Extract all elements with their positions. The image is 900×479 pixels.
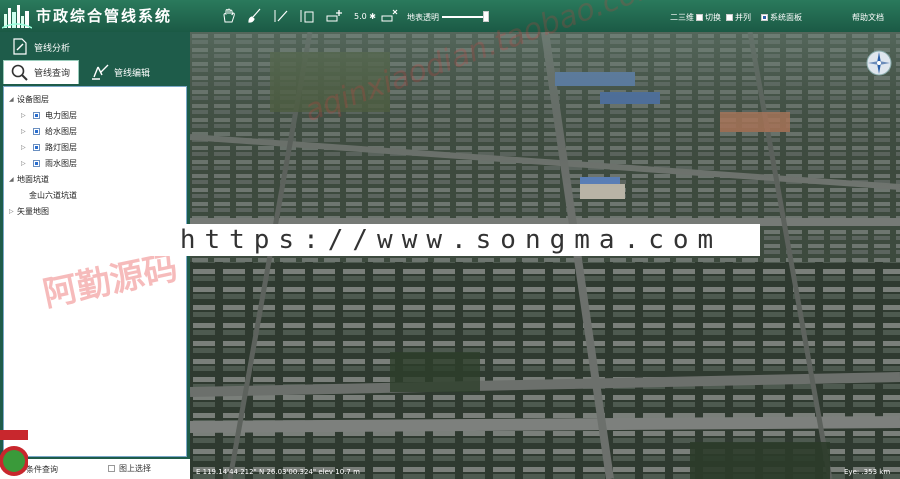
tree-node-rainwater-layer[interactable]: ▷ 雨水图层 <box>21 158 77 169</box>
compass-icon[interactable] <box>866 50 892 76</box>
switch-option[interactable]: 切换 <box>696 12 721 23</box>
app-title: 市政综合管线系统 <box>36 7 173 25</box>
brush-icon[interactable] <box>246 8 264 24</box>
tree-node-label: 电力图层 <box>45 111 77 120</box>
tab-pipeline-query[interactable]: 管线查询 <box>3 60 79 84</box>
document-edit-icon <box>13 38 27 55</box>
tree-node-jinshan-tunnel[interactable]: 金山六道坑道 <box>29 190 77 201</box>
tree-node-ground-tunnels[interactable]: ◢ 地面坑道 <box>9 174 49 185</box>
tab-pipeline-query-label: 管线查询 <box>34 69 71 79</box>
collapsed-triangle-icon[interactable]: ▷ <box>9 208 17 215</box>
tab-pipeline-edit-label: 管线编辑 <box>114 68 151 79</box>
side-by-side-label: 并列 <box>735 13 751 22</box>
top-bar: 市政综合管线系统 5.0 ✱ 地表透明 二三维 切换 并列 系统面板 帮助文档 <box>0 0 900 32</box>
conditional-query-button[interactable]: 条件查询 <box>26 464 58 475</box>
expanded-triangle-icon[interactable]: ◢ <box>9 96 17 103</box>
collapsed-triangle-icon[interactable]: ▷ <box>21 160 29 167</box>
clear-icon[interactable] <box>380 8 398 24</box>
search-icon <box>11 64 28 81</box>
collapsed-triangle-icon[interactable]: ▷ <box>21 144 29 151</box>
pipeline-edit-icon <box>92 64 109 80</box>
expanded-triangle-icon[interactable]: ◢ <box>9 176 17 183</box>
coordinates-readout: E 119.14'44.212" N 26.03'00.324" elev 10… <box>196 468 360 476</box>
collapsed-triangle-icon[interactable]: ▷ <box>21 128 29 135</box>
switch-checkbox[interactable] <box>696 14 703 21</box>
power-layer-checkbox[interactable] <box>33 112 40 119</box>
switch-label: 切换 <box>705 13 721 22</box>
tree-node-vector-map[interactable]: ▷ 矢量地图 <box>9 206 49 217</box>
eye-altitude-readout: Eye: .353 km <box>844 468 891 476</box>
tree-node-label: 给水图层 <box>45 127 77 136</box>
transparency-slider[interactable] <box>442 16 488 18</box>
transparency-slider-thumb[interactable] <box>482 11 489 22</box>
tree-node-label: 金山六道坑道 <box>29 191 77 200</box>
measure-line-icon[interactable] <box>272 8 290 24</box>
pipeline-analysis-label: 管线分析 <box>34 44 71 54</box>
tree-node-label: 路灯图层 <box>45 143 77 152</box>
system-panel-label: 系统面板 <box>770 13 802 22</box>
tree-node-label: 地面坑道 <box>17 175 49 184</box>
collapsed-triangle-icon[interactable]: ▷ <box>21 112 29 119</box>
tree-node-power-layer[interactable]: ▷ 电力图层 <box>21 110 77 121</box>
system-panel-option[interactable]: 系统面板 <box>761 12 802 23</box>
measure-area-icon[interactable] <box>298 8 316 24</box>
map-select-option[interactable]: 图上选择 <box>108 463 151 474</box>
pan-hand-icon[interactable] <box>220 8 238 24</box>
map-select-label: 图上选择 <box>119 464 151 473</box>
tree-node-label: 矢量地图 <box>17 207 49 216</box>
pipeline-analysis-header[interactable]: 管线分析 <box>0 32 190 60</box>
transparency-label: 地表透明 <box>407 13 439 22</box>
tree-node-device-layers[interactable]: ◢ 设备图层 <box>9 94 49 105</box>
rainwater-layer-checkbox[interactable] <box>33 160 40 167</box>
tab-pipeline-edit[interactable]: 管线编辑 <box>84 60 184 84</box>
streetlight-layer-checkbox[interactable] <box>33 144 40 151</box>
promo-badge-icon <box>0 430 28 476</box>
view-mode-text: 二三维 <box>670 13 694 22</box>
scale-value[interactable]: 5.0 ✱ <box>354 12 376 21</box>
help-docs-link[interactable]: 帮助文档 <box>852 12 884 23</box>
tree-node-label: 设备图层 <box>17 95 49 104</box>
tree-node-streetlight-layer[interactable]: ▷ 路灯图层 <box>21 142 77 153</box>
water-supply-layer-checkbox[interactable] <box>33 128 40 135</box>
city-skyline-logo-icon <box>1 2 33 30</box>
add-point-icon[interactable] <box>325 8 343 24</box>
url-watermark: https://www.songma.com <box>179 225 723 255</box>
tree-node-label: 雨水图层 <box>45 159 77 168</box>
side-by-side-option[interactable]: 并列 <box>726 12 751 23</box>
side-by-side-checkbox[interactable] <box>726 14 733 21</box>
view-mode-label: 二三维 <box>670 12 694 23</box>
map-select-checkbox[interactable] <box>108 465 115 472</box>
query-bottom-bar: 条件查询 图上选择 <box>0 459 190 479</box>
system-panel-checkbox[interactable] <box>761 14 768 21</box>
tree-node-water-supply-layer[interactable]: ▷ 给水图层 <box>21 126 77 137</box>
